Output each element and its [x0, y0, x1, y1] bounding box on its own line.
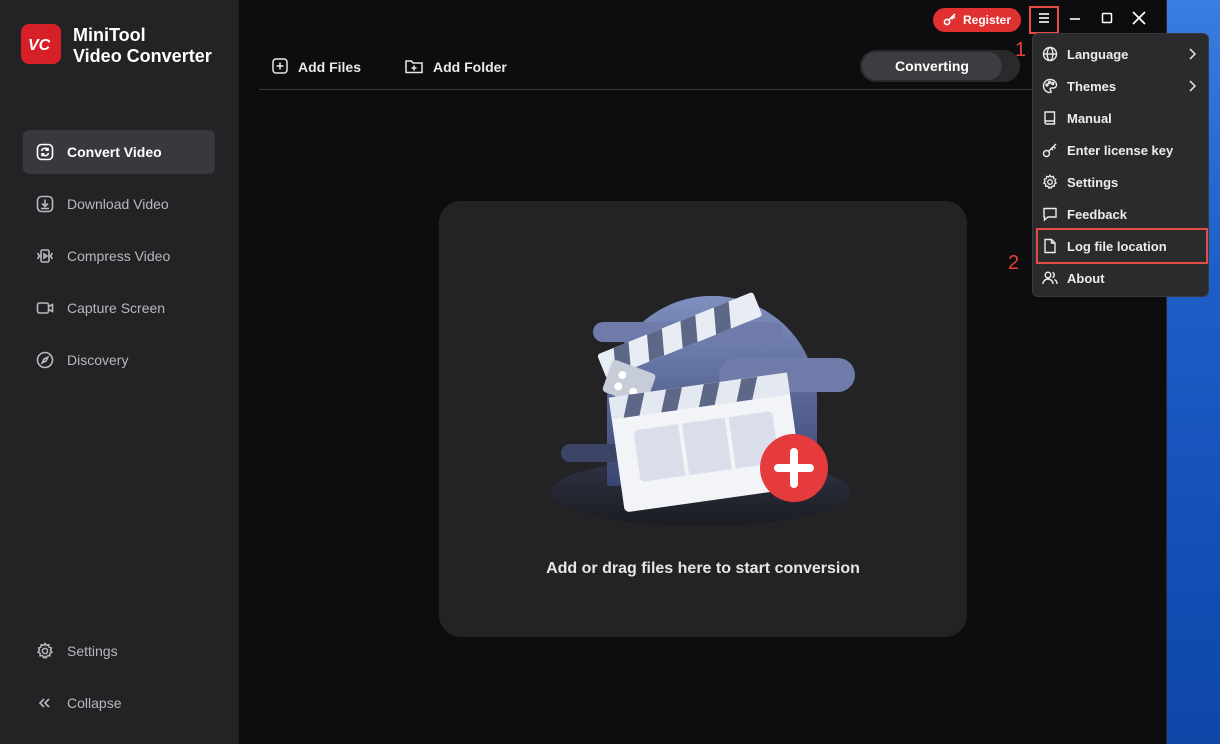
sidebar-collapse[interactable]: Collapse: [23, 681, 215, 725]
add-files-label: Add Files: [298, 59, 362, 75]
menu-item-about[interactable]: About: [1033, 262, 1210, 294]
sidebar-item-convert-video[interactable]: Convert Video: [23, 130, 215, 174]
tab-bar: Converting: [860, 50, 1020, 82]
convert-icon: [36, 143, 54, 161]
sidebar-item-label: Convert Video: [67, 144, 162, 160]
people-icon: [1042, 270, 1058, 286]
menu-item-feedback[interactable]: Feedback: [1033, 198, 1210, 230]
app-window: VC MiniTool Video Converter Convert Vide…: [0, 0, 1209, 744]
sidebar: VC MiniTool Video Converter Convert Vide…: [0, 0, 239, 744]
menu-item-language[interactable]: Language: [1033, 38, 1210, 70]
app-title-line1: MiniTool: [73, 25, 146, 45]
gear-icon: [36, 642, 54, 660]
menu-item-label: Language: [1067, 46, 1129, 62]
menu-item-label: Manual: [1067, 110, 1112, 126]
sidebar-settings[interactable]: Settings: [23, 629, 215, 673]
key-icon: [943, 12, 957, 29]
minimize-icon: [1069, 11, 1081, 29]
annotation-step-1: 1: [1015, 39, 1027, 61]
palette-icon: [1042, 78, 1058, 94]
sidebar-item-compress-video[interactable]: Compress Video: [23, 234, 215, 278]
maximize-icon: [1101, 11, 1113, 29]
key-icon: [1042, 142, 1058, 158]
register-button[interactable]: Register: [933, 8, 1021, 32]
add-folder-label: Add Folder: [433, 59, 507, 75]
double-chevron-left-icon: [36, 694, 54, 712]
file-icon: [1042, 238, 1058, 254]
menu-item-enter-license-key[interactable]: Enter license key: [1033, 134, 1210, 166]
menu-item-label: Settings: [1067, 174, 1119, 190]
menu-item-label: Log file location: [1067, 238, 1167, 254]
close-icon: [1132, 10, 1146, 30]
chevron-right-icon: [1188, 80, 1197, 95]
menu-item-label: About: [1067, 270, 1105, 286]
maximize-button[interactable]: [1097, 10, 1117, 30]
book-icon: [1042, 110, 1058, 126]
chat-icon: [1042, 206, 1058, 222]
chevron-right-icon: [1188, 48, 1197, 63]
main-menu-button[interactable]: [1029, 6, 1059, 34]
download-icon: [36, 195, 54, 213]
main-menu-dropdown: Language Themes Manual Enter license key: [1032, 33, 1209, 297]
tab-converting-label: Converting: [895, 58, 969, 74]
drop-zone[interactable]: Add or drag files here to start conversi…: [439, 201, 967, 637]
sidebar-item-label: Discovery: [67, 352, 129, 368]
app-logo: VC: [21, 24, 61, 64]
gear-icon: [1042, 174, 1058, 190]
sidebar-item-label: Capture Screen: [67, 300, 166, 316]
globe-icon: [1042, 46, 1058, 62]
annotation-step-2: 2: [1008, 252, 1020, 274]
register-label: Register: [962, 13, 1012, 27]
minimize-button[interactable]: [1065, 10, 1085, 30]
close-button[interactable]: [1129, 10, 1149, 30]
tab-converting[interactable]: Converting: [862, 52, 1002, 80]
add-file-icon: [272, 57, 288, 77]
add-folder-button[interactable]: Add Folder: [405, 56, 507, 78]
menu-item-label: Feedback: [1067, 206, 1127, 222]
add-folder-icon: [405, 58, 423, 77]
menu-item-label: Enter license key: [1067, 142, 1174, 158]
sidebar-collapse-label: Collapse: [67, 695, 122, 711]
sidebar-item-label: Compress Video: [67, 248, 171, 264]
clapperboard-illustration: [551, 292, 855, 526]
app-title: MiniTool Video Converter: [73, 25, 212, 67]
compass-icon: [36, 351, 54, 369]
add-files-button[interactable]: Add Files: [272, 56, 361, 78]
compress-icon: [36, 247, 54, 265]
menu-item-label: Themes: [1067, 78, 1117, 94]
svg-text:VC: VC: [28, 37, 51, 54]
menu-item-manual[interactable]: Manual: [1033, 102, 1210, 134]
hamburger-icon: [1038, 11, 1050, 29]
sidebar-item-label: Download Video: [67, 196, 169, 212]
drop-zone-hint: Add or drag files here to start conversi…: [546, 560, 860, 577]
camera-icon: [36, 299, 54, 317]
sidebar-settings-label: Settings: [67, 643, 118, 659]
menu-item-themes[interactable]: Themes: [1033, 70, 1210, 102]
menu-item-settings[interactable]: Settings: [1033, 166, 1210, 198]
toolbar-divider: [259, 89, 1139, 90]
sidebar-item-download-video[interactable]: Download Video: [23, 182, 215, 226]
sidebar-item-discovery[interactable]: Discovery: [23, 338, 215, 382]
app-title-line2: Video Converter: [73, 46, 212, 66]
sidebar-item-capture-screen[interactable]: Capture Screen: [23, 286, 215, 330]
menu-item-log-file-location[interactable]: Log file location: [1036, 228, 1208, 264]
